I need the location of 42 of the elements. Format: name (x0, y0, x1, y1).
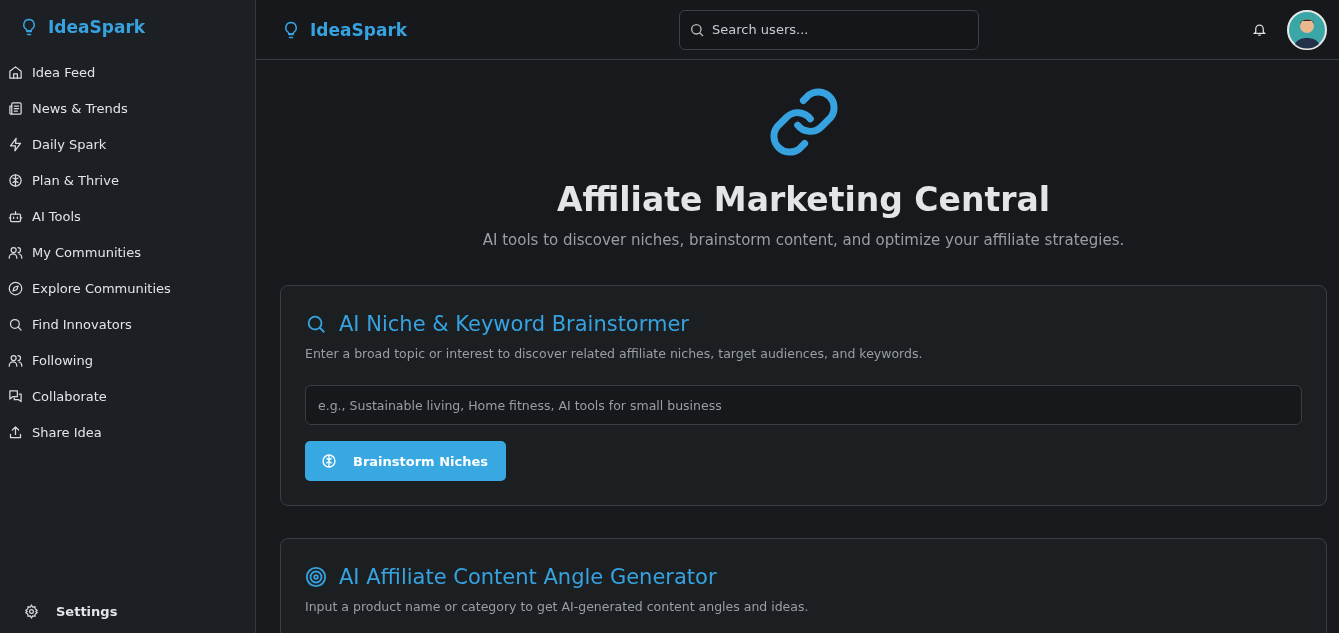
brand-name: IdeaSpark (48, 17, 146, 37)
compass-icon (8, 280, 23, 296)
sidebar-item[interactable]: Daily Spark (0, 126, 255, 162)
brand-name: IdeaSpark (310, 19, 408, 40)
sidebar-item[interactable]: News & Trends (0, 90, 255, 126)
sidebar-item[interactable]: AI Tools (0, 198, 255, 234)
search-icon (689, 21, 706, 38)
bell-icon[interactable] (1252, 22, 1267, 37)
sidebar-item[interactable]: Idea Feed (0, 54, 255, 90)
upload-icon (8, 424, 23, 440)
sidebar-item[interactable]: Plan & Thrive (0, 162, 255, 198)
topic-input[interactable]: e.g., Sustainable living, Home fitness, AI tools for small business (305, 385, 1302, 425)
sidebar-item[interactable]: Find Innovators (0, 306, 255, 342)
sidebar-item[interactable]: Collaborate (0, 378, 255, 414)
search-icon (305, 313, 327, 335)
brain-icon (321, 453, 337, 469)
page-subtitle: AI tools to discover niches, brainstorm content, and optimize your affiliate strategies. (482, 231, 1125, 249)
sidebar-item[interactable]: Following (0, 342, 255, 378)
users-icon (8, 244, 23, 260)
card-title: AI Affiliate Content Angle Generator (339, 565, 717, 589)
lightning-icon (8, 136, 23, 152)
settings-link[interactable]: Settings (24, 604, 255, 619)
sidebar-item[interactable]: Explore Communities (0, 270, 255, 306)
sidebar-item[interactable]: My Communities (0, 234, 255, 270)
target-icon (305, 566, 327, 588)
brain-icon (8, 172, 23, 188)
chat-icon (8, 388, 23, 404)
settings-icon (24, 604, 39, 619)
lightbulb-icon (282, 19, 300, 40)
card-description: Input a product name or category to get AI-generated content angles and ideas. (305, 599, 810, 614)
search-field[interactable]: Search users... (679, 9, 980, 50)
newspaper-icon (8, 100, 23, 116)
robot-icon (8, 208, 23, 224)
lightbulb-icon (20, 17, 38, 37)
users-icon (8, 352, 23, 368)
card-description: Enter a broad topic or interest to discover related affiliate niches, target audiences, and keywords. (305, 346, 924, 361)
sidebar-item[interactable]: Share Idea (0, 414, 255, 450)
home-icon (8, 64, 23, 80)
card-title: AI Niche & Keyword Brainstormer (339, 312, 689, 336)
page-title: Affiliate Marketing Central (556, 180, 1051, 219)
search-icon (8, 316, 23, 332)
avatar[interactable] (1287, 9, 1327, 50)
